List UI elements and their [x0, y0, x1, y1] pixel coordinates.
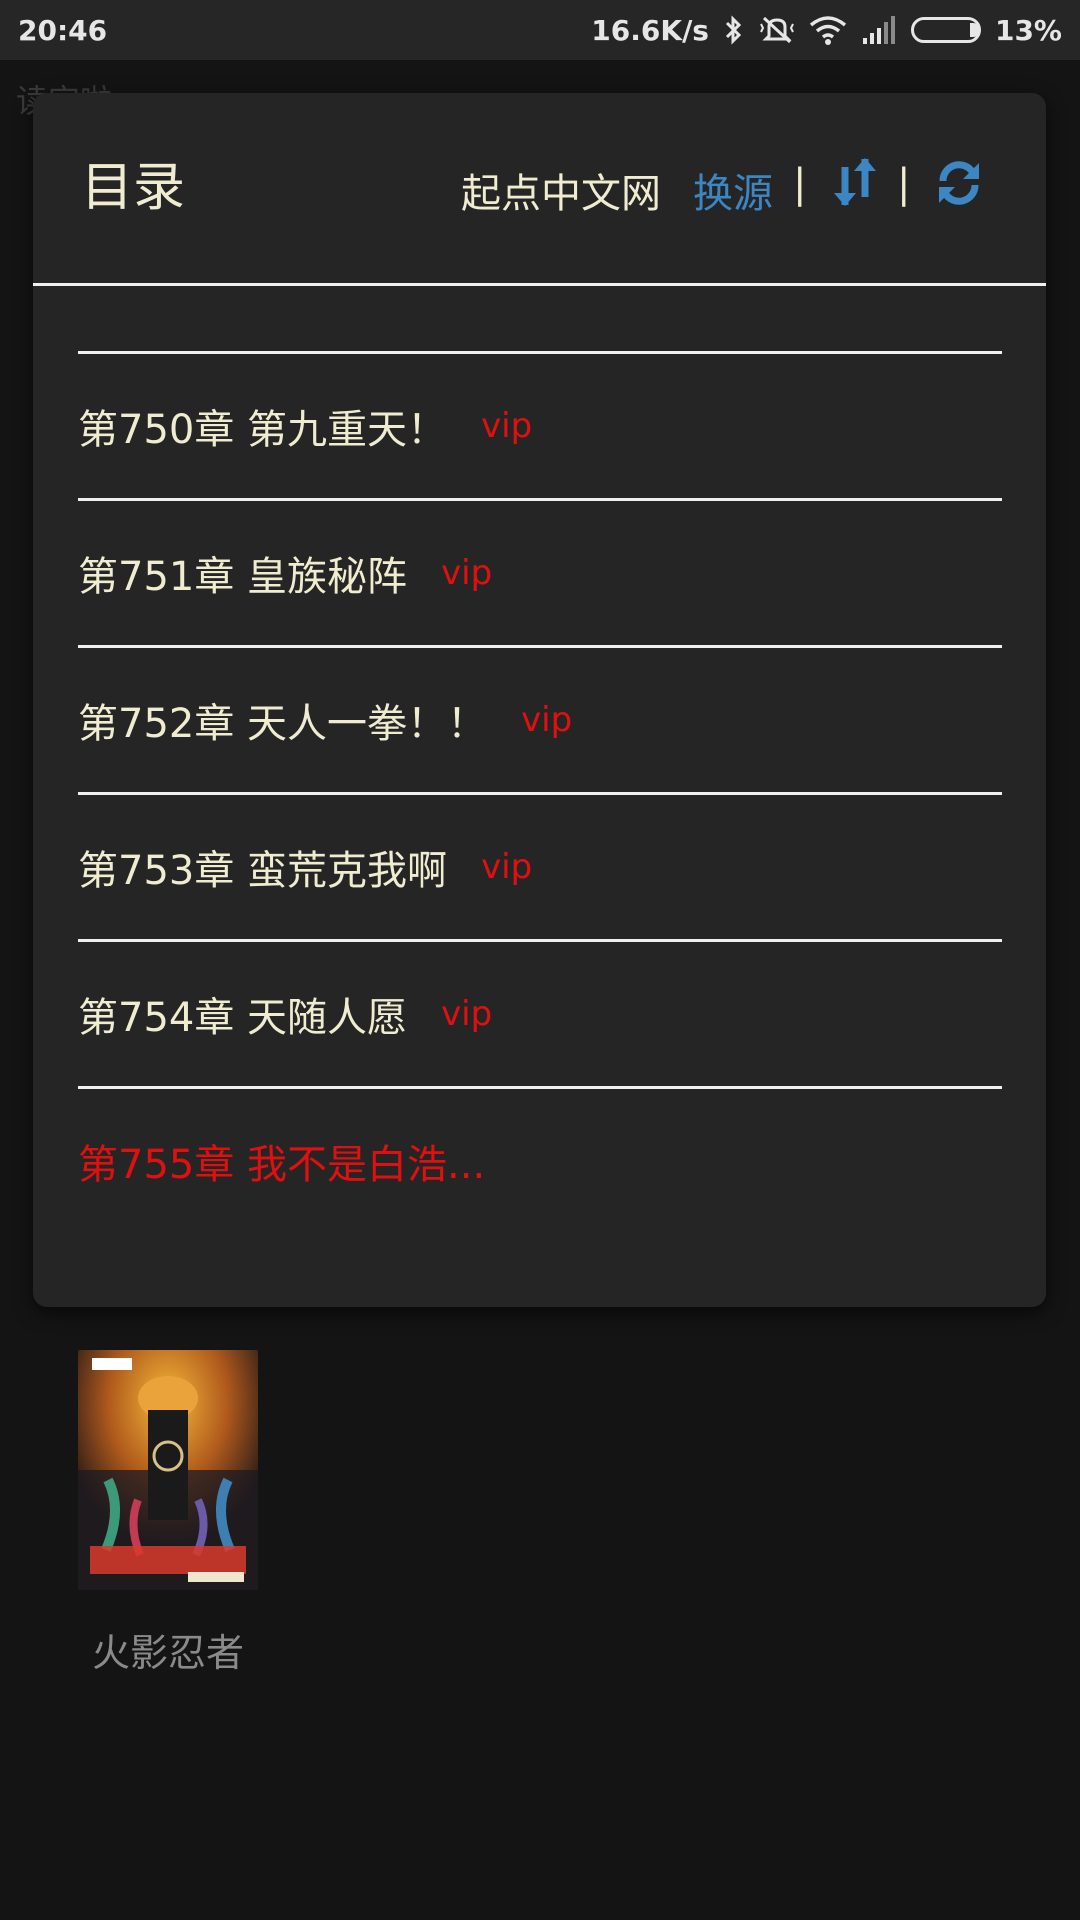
- status-bar: 20:46 16.6K/s 13%: [0, 0, 1080, 60]
- bluetooth-icon: [723, 14, 745, 46]
- chapter-list: 第750章 第九重天！ vip 第751章 皇族秘阵 vip 第752章 天人一…: [78, 351, 1002, 1233]
- chapter-title: 第755章 我不是白浩...: [78, 1142, 486, 1188]
- chapter-title: 第754章 天随人愿: [78, 995, 408, 1041]
- sort-order-icon[interactable]: [831, 157, 879, 207]
- chapter-item[interactable]: 第751章 皇族秘阵 vip: [78, 501, 1002, 645]
- header-separator: |: [897, 161, 911, 207]
- source-name: 起点中文网: [461, 171, 661, 217]
- header-separator: |: [793, 161, 807, 207]
- network-speed: 16.6K/s: [591, 13, 709, 47]
- battery-percent: 13%: [994, 13, 1062, 47]
- wifi-icon: [809, 15, 847, 45]
- chapter-item-current[interactable]: 第755章 我不是白浩...: [78, 1089, 1002, 1233]
- dialog-title: 目录: [81, 158, 186, 218]
- mute-vibrate-icon: [759, 14, 795, 46]
- vip-badge: vip: [441, 553, 493, 593]
- vip-badge: vip: [481, 847, 533, 887]
- signal-icon: [861, 16, 897, 44]
- battery-icon: [910, 17, 981, 43]
- chapter-title: 第753章 蛮荒克我啊: [78, 848, 448, 894]
- chapter-item[interactable]: 第754章 天随人愿 vip: [78, 942, 1002, 1086]
- dialog-header: 目录 起点中文网 换源 | |: [33, 93, 1046, 285]
- change-source-button[interactable]: 换源: [693, 161, 773, 219]
- vip-badge: vip: [481, 406, 533, 446]
- vip-badge: vip: [441, 994, 493, 1034]
- chapter-title: 第750章 第九重天！: [78, 407, 448, 453]
- chapter-item[interactable]: 第750章 第九重天！ vip: [78, 354, 1002, 498]
- chapter-item[interactable]: 第753章 蛮荒克我啊 vip: [78, 795, 1002, 939]
- header-divider: [33, 283, 1046, 286]
- chapter-item[interactable]: 第752章 天人一拳！！ vip: [78, 648, 1002, 792]
- book-title[interactable]: 火影忍者: [78, 1622, 258, 1677]
- chapter-title: 第752章 天人一拳！！: [78, 701, 488, 747]
- refresh-icon[interactable]: [935, 159, 983, 207]
- vip-badge: vip: [521, 700, 573, 740]
- chapter-catalog-dialog: 目录 起点中文网 换源 | | 第750章 第九重天！ vip 第751章 皇族…: [33, 93, 1046, 1307]
- status-time: 20:46: [18, 13, 108, 47]
- chapter-title: 第751章 皇族秘阵: [78, 554, 408, 600]
- book-cover-image[interactable]: [78, 1350, 258, 1590]
